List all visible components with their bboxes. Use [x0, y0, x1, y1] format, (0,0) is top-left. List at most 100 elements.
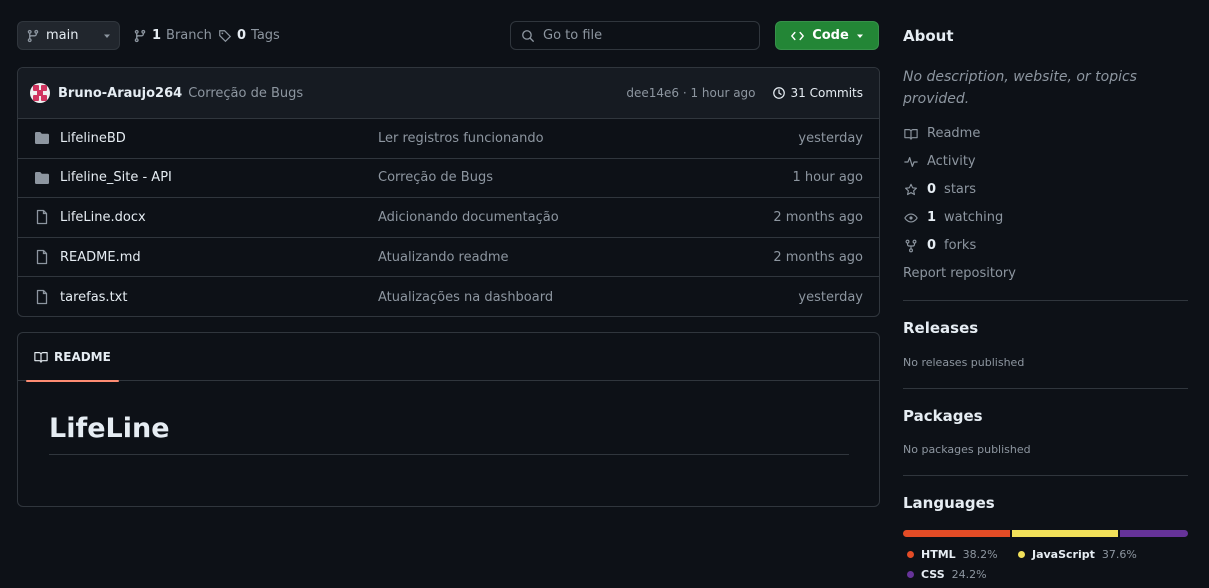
- file-icon: [34, 249, 50, 265]
- file-icon: [34, 209, 50, 225]
- commit-hash-time[interactable]: dee14e6 · 1 hour ago: [626, 86, 755, 100]
- file-name[interactable]: tarefas.txt: [60, 290, 127, 305]
- language-bar: [903, 530, 1188, 537]
- book-icon: [903, 127, 919, 141]
- book-icon: [34, 350, 48, 364]
- git-branch-icon: [26, 29, 40, 43]
- table-row[interactable]: Lifeline_Site - API Correção de Bugs 1 h…: [18, 159, 879, 199]
- divider: [903, 388, 1188, 389]
- file-name[interactable]: LifeLine.docx: [60, 210, 146, 225]
- history-icon: [772, 86, 786, 100]
- commit-message[interactable]: Correção de Bugs: [188, 86, 303, 101]
- releases-title[interactable]: Releases: [903, 319, 978, 337]
- file-date: 1 hour ago: [792, 170, 863, 186]
- stars-count: 0: [927, 182, 937, 197]
- file-commit-message[interactable]: Atualizações na dashboard: [378, 290, 798, 305]
- stars-link[interactable]: 0 stars: [903, 182, 976, 197]
- file-date: yesterday: [798, 289, 863, 305]
- forks-count: 0: [927, 238, 937, 253]
- about-title: About: [903, 27, 954, 45]
- star-icon: [903, 183, 919, 197]
- report-label: Report repository: [903, 266, 1016, 281]
- git-branch-icon: [133, 29, 147, 43]
- file-name[interactable]: README.md: [60, 250, 141, 265]
- commit-author[interactable]: Bruno-Araujo264: [58, 86, 182, 101]
- forks-link[interactable]: 0 forks: [903, 238, 976, 253]
- file-name[interactable]: LifelineBD: [60, 131, 126, 146]
- table-row[interactable]: tarefas.txt Atualizações na dashboard ye…: [18, 277, 879, 316]
- file-commit-message[interactable]: Correção de Bugs: [378, 170, 793, 185]
- language-dot: [907, 551, 914, 558]
- pulse-icon: [903, 155, 919, 169]
- code-icon: [790, 29, 805, 43]
- caret-down-icon: [103, 32, 111, 40]
- caret-down-icon: [856, 32, 864, 40]
- readme-tab-label: README: [54, 350, 111, 364]
- packages-note: No packages published: [903, 443, 1031, 456]
- table-row[interactable]: LifelineBD Ler registros funcionando yes…: [18, 119, 879, 159]
- readme-tabbar: README: [18, 333, 879, 382]
- watching-count: 1: [927, 210, 937, 225]
- releases-note: No releases published: [903, 356, 1025, 369]
- report-repository-link[interactable]: Report repository: [903, 266, 1016, 281]
- branch-name: main: [46, 28, 79, 43]
- language-dot: [907, 571, 914, 578]
- tag-icon: [218, 29, 232, 43]
- language-item-html[interactable]: HTML 38.2%: [907, 548, 998, 561]
- table-row[interactable]: LifeLine.docx Adicionando documentação 2…: [18, 198, 879, 238]
- file-date: 2 months ago: [773, 249, 863, 265]
- branch-word: Branch: [166, 28, 212, 43]
- activity-link[interactable]: Activity: [903, 154, 976, 169]
- folder-icon: [34, 131, 50, 145]
- commits-count: 31 Commits: [790, 86, 863, 100]
- latest-commit-row: Bruno-Araujo264 Correção de Bugs dee14e6…: [18, 68, 879, 119]
- file-name[interactable]: Lifeline_Site - API: [60, 170, 172, 185]
- tag-word: Tags: [251, 28, 280, 43]
- language-bar-segment-css: [1120, 530, 1188, 537]
- code-button[interactable]: Code: [775, 21, 879, 50]
- watching-link[interactable]: 1 watching: [903, 210, 1003, 225]
- language-percent: 37.6%: [1101, 548, 1137, 561]
- language-item-javascript[interactable]: JavaScript 37.6%: [1018, 548, 1137, 561]
- file-commit-message[interactable]: Adicionando documentação: [378, 210, 773, 225]
- about-description: No description, website, or topics provi…: [903, 69, 1137, 107]
- commits-link[interactable]: 31 Commits: [772, 86, 863, 100]
- file-commit-message[interactable]: Atualizando readme: [378, 250, 773, 265]
- code-label: Code: [812, 28, 849, 43]
- fork-icon: [903, 239, 919, 253]
- go-to-file-input[interactable]: Go to file: [510, 21, 760, 50]
- readme-panel: README LifeLine: [17, 332, 880, 507]
- readme-link[interactable]: Readme: [903, 126, 980, 141]
- table-row[interactable]: README.md Atualizando readme 2 months ag…: [18, 238, 879, 278]
- file-commit-message[interactable]: Ler registros funcionando: [378, 131, 798, 146]
- language-bar-segment-html: [903, 530, 1011, 537]
- branch-selector[interactable]: main: [17, 21, 120, 50]
- stars-word: stars: [944, 182, 977, 197]
- eye-icon: [903, 211, 919, 225]
- tab-readme[interactable]: README: [26, 333, 119, 382]
- file-date: yesterday: [798, 130, 863, 146]
- activity-label: Activity: [927, 154, 976, 169]
- language-name: HTML: [921, 548, 956, 561]
- language-dot: [1018, 551, 1025, 558]
- language-name: JavaScript: [1032, 548, 1095, 561]
- branches-link[interactable]: 1 Branch: [133, 21, 212, 50]
- file-icon: [34, 289, 50, 305]
- branch-count: 1: [152, 28, 162, 43]
- go-to-file-placeholder: Go to file: [543, 28, 603, 43]
- watching-word: watching: [944, 210, 1004, 225]
- file-table: Bruno-Araujo264 Correção de Bugs dee14e6…: [17, 67, 880, 317]
- language-percent: 24.2%: [951, 568, 987, 581]
- language-item-css[interactable]: CSS 24.2%: [907, 568, 987, 581]
- folder-icon: [34, 171, 50, 185]
- packages-title[interactable]: Packages: [903, 407, 983, 425]
- divider: [903, 475, 1188, 476]
- language-bar-segment-javascript: [1012, 530, 1118, 537]
- readme-label: Readme: [927, 126, 981, 141]
- file-date: 2 months ago: [773, 209, 863, 225]
- language-percent: 38.2%: [962, 548, 998, 561]
- tag-count: 0: [237, 28, 247, 43]
- search-icon: [521, 29, 535, 43]
- tags-link[interactable]: 0 Tags: [218, 21, 280, 50]
- avatar[interactable]: [30, 83, 50, 103]
